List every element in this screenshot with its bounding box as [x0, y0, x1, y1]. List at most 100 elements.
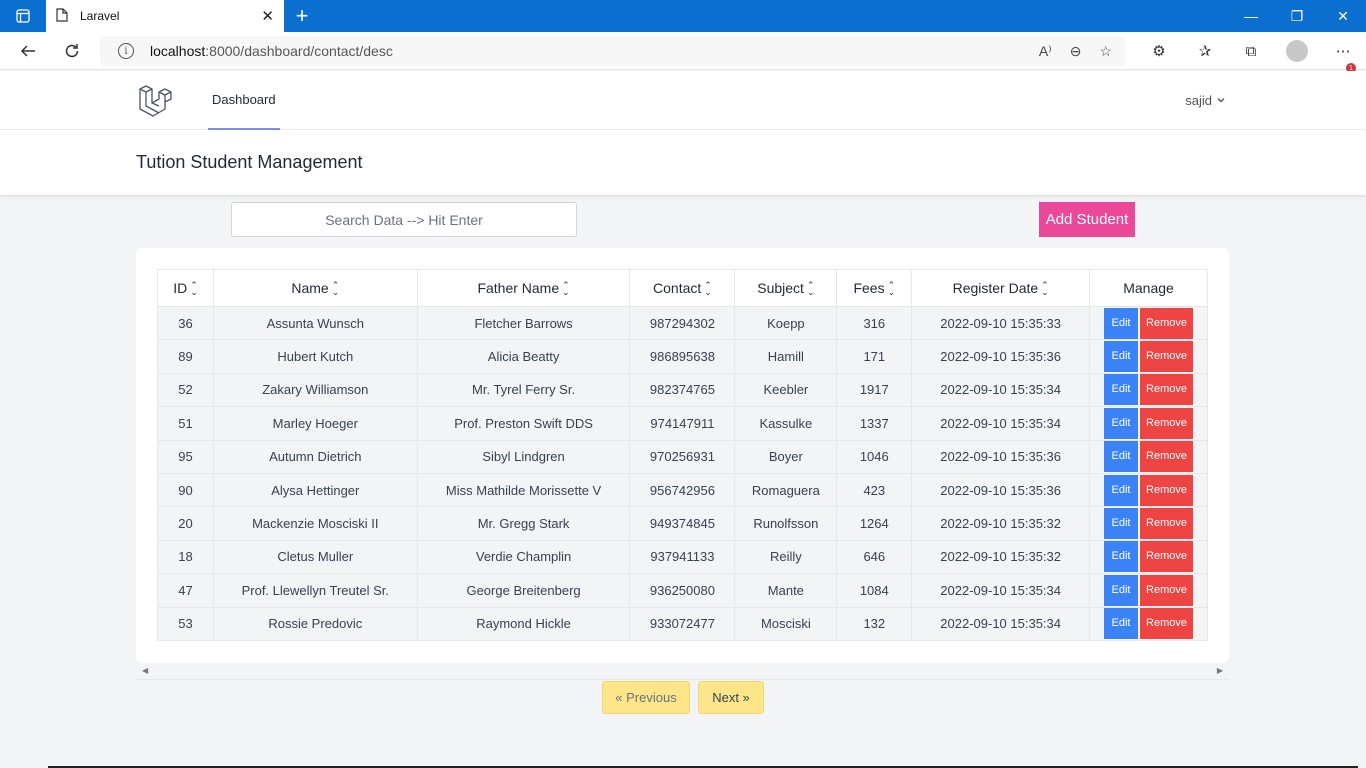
cell-father: Mr. Tyrel Ferry Sr.	[416, 372, 631, 408]
sort-icon: ⌃ ⌄	[704, 280, 712, 298]
cell-manage: Edit Remove	[1089, 573, 1208, 608]
remove-button[interactable]: Remove	[1140, 541, 1194, 573]
close-window-icon[interactable]: ✕	[1320, 0, 1366, 32]
cell-fees: 1264	[836, 506, 913, 541]
cell-manage: Edit Remove	[1089, 439, 1208, 474]
cell-date: 2022-09-10 15:35:33	[911, 305, 1091, 341]
pagination: « Previous Next »	[602, 681, 764, 714]
horizontal-scrollbar[interactable]: ◀ ▶	[136, 663, 1229, 680]
cell-fees: 423	[836, 472, 913, 508]
chevron-down-icon	[1217, 98, 1225, 103]
remove-button[interactable]: Remove	[1140, 407, 1194, 439]
edit-button[interactable]: Edit	[1104, 374, 1139, 406]
cell-manage: Edit Remove	[1089, 606, 1208, 641]
sort-icon: ⌃ ⌄	[806, 280, 815, 298]
next-page-button[interactable]: Next »	[698, 681, 764, 714]
remove-button[interactable]: Remove	[1140, 341, 1194, 373]
cell-father: Fletcher Barrows	[416, 305, 631, 341]
remove-button[interactable]: Remove	[1140, 374, 1194, 406]
tab-actions-icon[interactable]	[0, 0, 46, 32]
scroll-right-icon[interactable]: ▶	[1217, 666, 1223, 675]
col-header-name[interactable]: Name ⌃ ⌄	[212, 269, 418, 307]
zoom-out-icon[interactable]: ⊖	[1070, 43, 1082, 60]
cell-date: 2022-09-10 15:35:36	[911, 439, 1091, 474]
search-input[interactable]	[231, 202, 577, 237]
browser-toolbar: i localhost:8000/dashboard/contact/desc …	[0, 32, 1366, 73]
favorite-add-icon[interactable]: ☆	[1099, 43, 1112, 60]
back-icon[interactable]	[6, 32, 50, 70]
edit-button[interactable]: Edit	[1104, 508, 1139, 540]
cell-name: Mackenzie Mosciski II	[212, 506, 418, 541]
edit-button[interactable]: Edit	[1104, 541, 1139, 573]
sort-icon: ⌃ ⌄	[331, 280, 340, 298]
cell-fees: 1046	[836, 439, 913, 474]
site-info-icon[interactable]: i	[118, 43, 134, 59]
remove-button[interactable]: Remove	[1140, 441, 1194, 473]
add-student-button[interactable]: Add Student	[1039, 202, 1135, 237]
remove-button[interactable]: Remove	[1140, 574, 1194, 606]
cell-contact: 937941133	[629, 539, 736, 575]
laravel-logo-icon[interactable]	[138, 83, 172, 117]
previous-page-button[interactable]: « Previous	[602, 681, 690, 714]
col-header-subject[interactable]: Subject ⌃ ⌄	[734, 269, 838, 307]
table-row: 90 Alysa Hettinger Miss Mathilde Morissett…	[157, 472, 1208, 508]
col-header-fees[interactable]: Fees ⌃ ⌄	[836, 269, 913, 307]
sort-icon: ⌃ ⌄	[190, 280, 198, 298]
cell-date: 2022-09-10 15:35:36	[911, 472, 1091, 508]
cell-subject: Keebler	[734, 372, 838, 408]
scroll-left-icon[interactable]: ◀	[142, 666, 148, 675]
new-tab-icon[interactable]: +	[284, 0, 320, 32]
edit-button[interactable]: Edit	[1104, 474, 1139, 506]
col-header-register-date[interactable]: Register Date ⌃ ⌄	[911, 269, 1091, 307]
cell-fees: 1084	[836, 573, 913, 608]
cell-fees: 646	[836, 539, 913, 575]
cell-name: Prof. Llewellyn Treutel Sr.	[212, 573, 418, 608]
minimize-icon[interactable]: —	[1228, 0, 1274, 32]
page-icon	[56, 7, 68, 25]
cell-father: Raymond Hickle	[416, 606, 631, 641]
cell-subject: Romaguera	[734, 472, 838, 508]
edit-button[interactable]: Edit	[1104, 574, 1139, 606]
cell-father: Alicia Beatty	[416, 339, 631, 374]
edit-button[interactable]: Edit	[1104, 407, 1139, 439]
cell-id: 36	[157, 305, 214, 341]
remove-button[interactable]: Remove	[1140, 307, 1194, 339]
more-menu-icon[interactable]: ⋯ 1	[1320, 42, 1366, 73]
read-aloud-icon[interactable]: A⁾	[1039, 43, 1052, 60]
remove-button[interactable]: Remove	[1140, 608, 1194, 640]
cell-father: Prof. Preston Swift DDS	[416, 406, 631, 441]
browser-tab[interactable]: Laravel ✕	[46, 0, 284, 32]
close-tab-icon[interactable]: ✕	[261, 7, 274, 25]
cell-father: Miss Mathilde Morissette V	[416, 472, 631, 508]
address-bar[interactable]: i localhost:8000/dashboard/contact/desc …	[100, 36, 1126, 66]
cell-date: 2022-09-10 15:35:34	[911, 573, 1091, 608]
refresh-icon[interactable]	[50, 32, 94, 70]
collections-icon[interactable]: ⧉	[1228, 43, 1274, 60]
col-header-manage: Manage	[1089, 269, 1208, 307]
col-header-id[interactable]: ID ⌃ ⌄	[157, 269, 214, 307]
profile-avatar[interactable]	[1286, 40, 1308, 62]
edit-button[interactable]: Edit	[1104, 307, 1139, 339]
user-menu[interactable]: sajid	[1185, 71, 1226, 129]
students-table: ID ⌃ ⌄ Name ⌃ ⌄ Father Name ⌃ ⌄ Contact ⌃ ⌄ Subj…	[157, 269, 1208, 641]
extensions-icon[interactable]: ⚙	[1136, 42, 1182, 60]
col-header-contact[interactable]: Contact ⌃ ⌄	[629, 269, 736, 307]
cell-subject: Reilly	[734, 539, 838, 575]
page-header: Tution Student Management	[0, 130, 1366, 195]
col-header-father-name[interactable]: Father Name ⌃ ⌄	[416, 269, 631, 307]
favorites-icon[interactable]: ✰	[1182, 42, 1228, 60]
cell-manage: Edit Remove	[1089, 305, 1208, 341]
cell-fees: 171	[836, 339, 913, 374]
cell-fees: 1917	[836, 372, 913, 408]
remove-button[interactable]: Remove	[1140, 474, 1194, 506]
cell-manage: Edit Remove	[1089, 539, 1208, 575]
cell-fees: 1337	[836, 406, 913, 441]
nav-dashboard-link[interactable]: Dashboard	[208, 71, 280, 130]
edit-button[interactable]: Edit	[1104, 341, 1139, 373]
edit-button[interactable]: Edit	[1104, 608, 1139, 640]
cell-date: 2022-09-10 15:35:32	[911, 539, 1091, 575]
cell-manage: Edit Remove	[1089, 472, 1208, 508]
restore-icon[interactable]: ❐	[1274, 0, 1320, 32]
edit-button[interactable]: Edit	[1104, 441, 1139, 473]
remove-button[interactable]: Remove	[1140, 508, 1194, 540]
